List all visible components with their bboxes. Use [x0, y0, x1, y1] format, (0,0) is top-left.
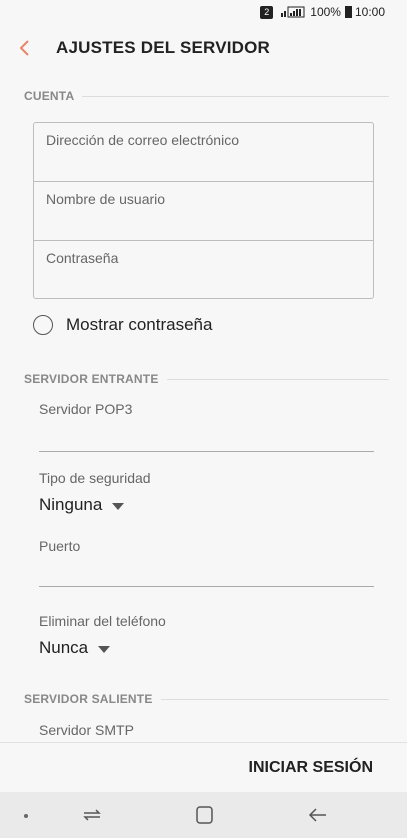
- navigation-bar: [0, 792, 407, 838]
- delete-from-phone-value: Nunca: [39, 638, 89, 657]
- account-fields-box: Dirección de correo electrónico Nombre d…: [33, 122, 374, 299]
- show-password-option[interactable]: Mostrar contraseña: [33, 315, 212, 335]
- security-type-label: Tipo de seguridad: [39, 470, 151, 486]
- dropdown-caret-icon: [98, 645, 111, 653]
- section-title: SERVIDOR SALIENTE: [24, 692, 153, 706]
- password-placeholder: Contraseña: [46, 250, 119, 266]
- delete-from-phone-label: Eliminar del teléfono: [39, 613, 166, 629]
- section-title: SERVIDOR ENTRANTE: [24, 372, 159, 386]
- sim-slot-icon: 2: [260, 5, 274, 19]
- pop3-server-label: Servidor POP3: [39, 401, 133, 417]
- port-label: Puerto: [39, 538, 81, 554]
- port-input[interactable]: [39, 586, 374, 587]
- show-password-radio[interactable]: [33, 315, 53, 335]
- battery-percent: 100%: [310, 5, 341, 19]
- status-bar: 2 100% 10:00: [0, 0, 407, 24]
- password-field[interactable]: Contraseña: [34, 241, 373, 300]
- pop3-server-input[interactable]: [39, 451, 374, 452]
- back-arrow-icon[interactable]: [306, 803, 330, 827]
- username-placeholder: Nombre de usuario: [46, 191, 166, 207]
- recent-apps-icon[interactable]: [80, 803, 104, 827]
- battery-icon: [344, 6, 352, 18]
- back-button[interactable]: [18, 39, 42, 57]
- email-field[interactable]: Dirección de correo electrónico: [34, 123, 373, 182]
- home-icon[interactable]: [192, 803, 216, 827]
- settings-content[interactable]: CUENTA Dirección de correo electrónico N…: [0, 72, 407, 742]
- section-title: CUENTA: [24, 89, 75, 103]
- security-type-dropdown[interactable]: Ninguna: [39, 495, 125, 515]
- username-field[interactable]: Nombre de usuario: [34, 182, 373, 241]
- section-header-account: CUENTA: [24, 89, 389, 103]
- dot-indicator-icon: [24, 814, 28, 818]
- divider: [166, 378, 389, 380]
- show-password-label: Mostrar contraseña: [66, 315, 213, 334]
- email-placeholder: Dirección de correo electrónico: [46, 132, 239, 148]
- smtp-server-label: Servidor SMTP: [39, 722, 134, 738]
- divider: [160, 698, 389, 700]
- section-header-outgoing: SERVIDOR SALIENTE: [24, 692, 389, 706]
- sign-in-button[interactable]: INICIAR SESIÓN: [249, 759, 373, 777]
- chevron-left-icon: [19, 40, 29, 56]
- divider: [82, 95, 389, 97]
- page-title: AJUSTES DEL SERVIDOR: [56, 38, 271, 57]
- section-header-incoming: SERVIDOR ENTRANTE: [24, 372, 389, 386]
- delete-from-phone-dropdown[interactable]: Nunca: [39, 638, 111, 658]
- clock: 10:00: [354, 5, 385, 19]
- security-type-value: Ninguna: [39, 495, 103, 514]
- dropdown-caret-icon: [112, 502, 125, 510]
- app-bar: AJUSTES DEL SERVIDOR: [0, 24, 407, 72]
- action-bar: INICIAR SESIÓN: [0, 742, 407, 792]
- signal-icon: [281, 6, 305, 18]
